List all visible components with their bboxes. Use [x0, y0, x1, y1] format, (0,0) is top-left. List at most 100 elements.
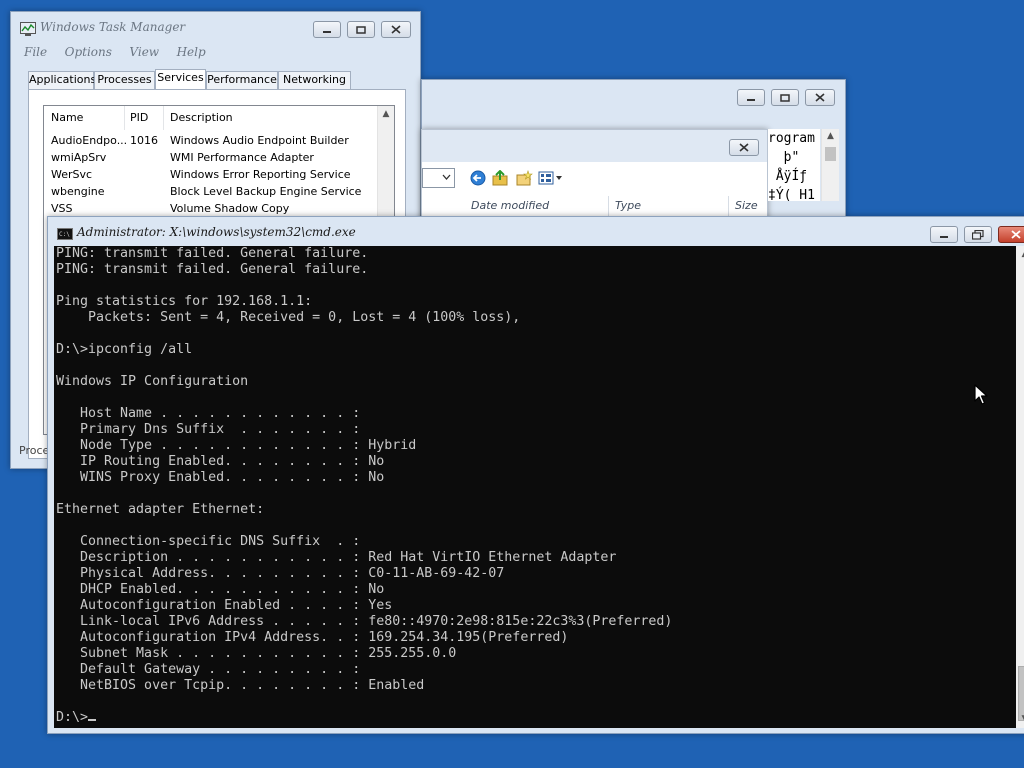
explorer-maximize-button[interactable] — [771, 89, 799, 106]
table-row[interactable]: WerSvc Windows Error Reporting Service — [44, 166, 378, 183]
console-line: Description . . . . . . . . . . . : Red … — [56, 550, 617, 565]
column-header-type[interactable]: Type — [615, 199, 641, 212]
cmd-restore-button[interactable] — [964, 226, 992, 243]
console-line: Primary Dns Suffix . . . . . . . : — [56, 422, 361, 437]
scroll-up-icon[interactable]: ▲ — [1016, 249, 1024, 259]
cmd-titlebar[interactable]: C:\ Administrator: X:\windows\system32\c… — [48, 217, 1024, 247]
maximize-button[interactable] — [347, 21, 375, 38]
console-line: Ethernet adapter Ethernet: — [56, 502, 265, 517]
minimize-icon — [323, 30, 331, 33]
column-divider[interactable] — [124, 106, 125, 130]
console-scrollbar[interactable]: ▲ ▼ — [1016, 246, 1024, 728]
chevron-down-icon — [442, 174, 451, 180]
column-divider[interactable] — [728, 196, 729, 218]
console-line: Link-local IPv6 Address . . . . . : fe80… — [56, 614, 673, 629]
scroll-thumb[interactable] — [825, 147, 836, 161]
scroll-up-icon[interactable]: ▲ — [378, 109, 394, 119]
scroll-down-icon[interactable]: ▼ — [1016, 714, 1024, 724]
cmd-close-button[interactable] — [998, 226, 1024, 243]
column-divider[interactable] — [608, 196, 609, 218]
console-line: Physical Address. . . . . . . . . : C0-1… — [56, 566, 505, 581]
console-line: Default Gateway . . . . . . . . . : — [56, 662, 361, 677]
menu-file[interactable]: File — [24, 45, 47, 59]
console-line: Node Type . . . . . . . . . . . . : Hybr… — [56, 438, 417, 453]
column-header-date-modified[interactable]: Date modified — [471, 199, 549, 212]
console-line: NetBIOS over Tcpip. . . . . . . . : Enab… — [56, 678, 425, 693]
menu-options[interactable]: Options — [65, 45, 112, 59]
tab-services[interactable]: Services — [155, 69, 206, 90]
tab-performance[interactable]: Performance — [206, 71, 278, 89]
console-line: Subnet Mask . . . . . . . . . . . : 255.… — [56, 646, 457, 661]
console-line: D:\>ipconfig /all — [56, 342, 193, 357]
column-header-size[interactable]: Size — [735, 199, 758, 212]
task-manager-status: Proce — [19, 444, 50, 457]
file-dialog-titlebar[interactable] — [422, 130, 767, 162]
close-icon — [739, 143, 749, 152]
cmd-title: Administrator: X:\windows\system32\cmd.e… — [77, 225, 356, 239]
column-header-pid[interactable]: PID — [130, 111, 148, 124]
services-list-header: Name PID Description — [44, 106, 378, 130]
service-pid: 1016 — [130, 134, 158, 147]
new-folder-icon[interactable] — [515, 170, 533, 186]
service-description: Volume Shadow Copy — [170, 202, 290, 215]
task-manager-titlebar[interactable]: Windows Task Manager — [11, 12, 420, 42]
console-line: Autoconfiguration IPv4 Address. . : 169.… — [56, 630, 569, 645]
close-icon — [1011, 230, 1021, 239]
command-prompt-window[interactable]: C:\ Administrator: X:\windows\system32\c… — [47, 216, 1024, 734]
service-name: WerSvc — [51, 168, 93, 181]
column-header-name[interactable]: Name — [51, 111, 83, 124]
service-name: wmiApSrv — [51, 151, 107, 164]
console-line: DHCP Enabled. . . . . . . . . . . : No — [56, 582, 385, 597]
console-line: PING: transmit failed. General failure. — [56, 246, 369, 261]
console-output[interactable]: PING: transmit failed. General failure. … — [54, 246, 1016, 728]
views-menu-icon[interactable] — [538, 170, 564, 186]
column-divider[interactable] — [163, 106, 164, 130]
close-icon — [391, 25, 401, 34]
column-header-description[interactable]: Description — [170, 111, 233, 124]
restore-icon — [972, 229, 984, 240]
service-description: Windows Error Reporting Service — [170, 168, 351, 181]
console-text: PING: transmit failed. General failure. … — [54, 246, 1016, 726]
mouse-pointer-icon — [974, 384, 988, 405]
table-row[interactable]: AudioEndpo... 1016 Windows Audio Endpoin… — [44, 132, 378, 149]
console-prompt: D:\> — [56, 710, 89, 725]
menu-view[interactable]: View — [129, 45, 159, 59]
task-manager-menubar: File Options View Help — [24, 45, 220, 59]
scroll-up-icon[interactable]: ▲ — [822, 131, 839, 141]
console-line: WINS Proxy Enabled. . . . . . . . : No — [56, 470, 385, 485]
task-manager-app-icon — [20, 22, 36, 36]
service-description: WMI Performance Adapter — [170, 151, 314, 164]
close-button[interactable] — [381, 21, 411, 38]
cmd-minimize-button[interactable] — [930, 226, 958, 243]
garbled-text-area: rogram þ" ÅÿÍƒ ‡Ý( H1 — [768, 129, 820, 201]
tab-processes[interactable]: Processes — [94, 71, 155, 89]
file-dialog-close-button[interactable] — [729, 139, 759, 156]
maximize-icon — [356, 25, 366, 34]
look-in-dropdown[interactable] — [422, 168, 455, 188]
task-manager-title: Windows Task Manager — [40, 20, 186, 34]
menu-help[interactable]: Help — [177, 45, 206, 59]
file-dialog[interactable]: Date modified Type Size — [421, 129, 768, 221]
explorer-minimize-button[interactable] — [737, 89, 765, 106]
tab-networking[interactable]: Networking — [278, 71, 351, 89]
cmd-app-icon: C:\ — [57, 228, 73, 240]
service-description: Block Level Backup Engine Service — [170, 185, 362, 198]
up-folder-icon[interactable] — [491, 170, 509, 186]
scroll-thumb[interactable] — [1018, 666, 1024, 721]
back-arrow-icon[interactable] — [469, 170, 487, 186]
tab-applications[interactable]: Applications — [28, 71, 96, 89]
text-cursor — [88, 719, 97, 721]
explorer-scrollbar[interactable]: ▲ — [821, 129, 839, 201]
minimize-icon — [940, 235, 948, 238]
console-line: Ping statistics for 192.168.1.1: — [56, 294, 313, 309]
maximize-icon — [780, 93, 790, 102]
service-name: AudioEndpo... — [51, 134, 128, 147]
minimize-button[interactable] — [313, 21, 341, 38]
table-row[interactable]: wbengine Block Level Backup Engine Servi… — [44, 183, 378, 200]
explorer-close-button[interactable] — [805, 89, 835, 106]
console-line: Autoconfiguration Enabled . . . . : Yes — [56, 598, 393, 613]
service-description: Windows Audio Endpoint Builder — [170, 134, 349, 147]
service-name: wbengine — [51, 185, 105, 198]
table-row[interactable]: VSS Volume Shadow Copy — [44, 200, 378, 217]
table-row[interactable]: wmiApSrv WMI Performance Adapter — [44, 149, 378, 166]
